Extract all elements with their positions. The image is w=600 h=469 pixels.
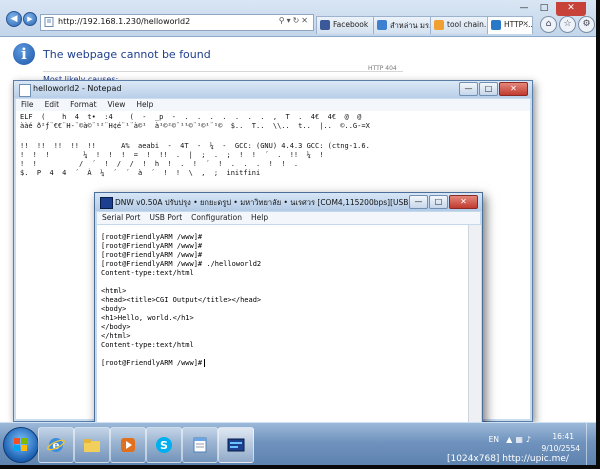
maximize-button[interactable]: □ xyxy=(429,195,448,209)
terminal-line: <h1>Hello, world.</h1> xyxy=(101,314,194,322)
address-bar[interactable]: http://192.168.1.230/helloworld2 ⚲▾↻✕ xyxy=(40,14,314,31)
terminal-output[interactable]: [root@FriendlyARM /www]# [root@FriendlyA… xyxy=(97,225,468,430)
close-button[interactable]: ✕ xyxy=(499,82,528,96)
terminal-line: [root@FriendlyARM /www]# xyxy=(101,251,203,259)
tab-icon xyxy=(434,20,444,30)
forward-button[interactable]: ▶ xyxy=(23,12,37,26)
notepad-title: helloworld2 - Notepad xyxy=(33,84,122,93)
text-line: !! !! !! !! !! A% aeabi - 4T - ¼ - GCC: … xyxy=(20,142,370,150)
terminal-line: <body> xyxy=(101,305,127,313)
tab-label: Facebook xyxy=(333,20,369,29)
menu-serial-port[interactable]: Serial Port xyxy=(102,213,140,222)
folder-icon xyxy=(84,439,100,452)
favorites-star-icon[interactable]: ☆ xyxy=(559,16,576,33)
tab-toolchain[interactable]: tool chain... xyxy=(430,16,488,34)
close-button[interactable]: ✕ xyxy=(556,2,586,16)
terminal-line: </html> xyxy=(101,332,131,340)
taskbar-explorer[interactable] xyxy=(74,427,110,463)
terminal-line: [root@FriendlyARM /www]# ./helloworld2 xyxy=(101,260,262,268)
tab-icon xyxy=(377,20,387,30)
menu-view[interactable]: View xyxy=(108,100,126,109)
terminal-line: <html> xyxy=(101,287,127,295)
windows-flag-icon xyxy=(14,438,27,451)
terminal-line: Content-type:text/html xyxy=(101,341,194,349)
dnw-menubar: Serial Port USB Port Configuration Help xyxy=(97,212,480,224)
dnw-icon xyxy=(227,438,245,452)
tray-icons[interactable]: ▲▦♪ xyxy=(506,435,534,444)
text-line: ààé ð²ƒ¨€€¨H-¨©à©¨¹²¨H¢é¨¹¨à©¹ à¹©²©¨¹¹©… xyxy=(20,122,370,130)
svg-text:S: S xyxy=(160,439,168,452)
dnw-titlebar[interactable]: DNW v0.50A ปรับปรุง • ยกยะดรูป • มหาวิทย… xyxy=(95,193,482,211)
window-controls: — □ ✕ xyxy=(458,82,528,96)
terminal-line: <head><title>CGI Output</title></head> xyxy=(101,296,262,304)
terminal-prompt: [root@FriendlyARM /www]# xyxy=(101,359,203,367)
taskbar-dnw[interactable] xyxy=(218,427,254,463)
notepad-icon xyxy=(193,437,207,453)
facebook-icon xyxy=(320,20,330,30)
dnw-window: DNW v0.50A ปรับปรุง • ยกยะดรูป • มหาวิทย… xyxy=(94,192,483,435)
clock-time[interactable]: 16:41 xyxy=(552,432,574,441)
terminal-line: </body> xyxy=(101,323,131,331)
media-player-icon xyxy=(121,438,135,452)
gear-icon[interactable]: ⚙ xyxy=(578,16,595,33)
text-line: ! ! / ´ ! / / ! h ! . ! ´ ! . . . ! ! . xyxy=(20,160,299,168)
dnw-title: DNW v0.50A ปรับปรุง • ยกยะดรูป • มหาวิทย… xyxy=(115,198,419,207)
maximize-button[interactable]: □ xyxy=(534,2,554,16)
terminal-line: Content-type:text/html xyxy=(101,269,194,277)
tab-label: tool chain... xyxy=(447,20,488,29)
terminal-prompt-line: [root@FriendlyARM /www]# xyxy=(101,359,206,367)
ie-tab-icon xyxy=(491,20,501,30)
terminal-line: [root@FriendlyARM /www]# xyxy=(101,242,203,250)
tab-facebook[interactable]: Facebook xyxy=(316,16,374,34)
notepad-menubar: File Edit Format View Help xyxy=(16,99,530,111)
page-icon xyxy=(44,17,54,27)
show-desktop-button[interactable] xyxy=(586,423,596,465)
menu-configuration[interactable]: Configuration xyxy=(191,213,242,222)
taskbar-media-player[interactable] xyxy=(110,427,146,463)
minimize-button[interactable]: — xyxy=(514,2,534,16)
close-tab-icon[interactable]: × xyxy=(522,19,529,28)
minimize-button[interactable]: — xyxy=(409,195,428,209)
notepad-icon xyxy=(19,84,31,97)
taskbar-skype[interactable]: S xyxy=(146,427,182,463)
home-icon[interactable]: ⌂ xyxy=(540,16,557,33)
address-tools-icon[interactable]: ⚲▾↻✕ xyxy=(279,16,310,25)
tab-http[interactable]: HTTP ... × xyxy=(487,16,533,34)
address-text: http://192.168.1.230/helloworld2 xyxy=(58,17,191,26)
taskbar-ie[interactable]: e xyxy=(38,427,74,463)
menu-format[interactable]: Format xyxy=(70,100,96,109)
text-line: ! ! ! ¼ ! ! ! = ! !! . | ; . ; ! ! ´ . !… xyxy=(20,151,324,159)
menu-help[interactable]: Help xyxy=(251,213,268,222)
terminal-line: [root@FriendlyARM /www]# xyxy=(101,233,203,241)
tab-label: สำหล่าน มร... xyxy=(390,21,430,30)
desktop-screen: ◀ ▶ http://192.168.1.230/helloworld2 ⚲▾↻… xyxy=(0,0,596,465)
info-icon: i xyxy=(13,43,35,65)
start-button[interactable] xyxy=(3,427,39,463)
language-indicator[interactable]: EN xyxy=(489,435,499,444)
text-line: $. P 4 4 ´ À ¼ ´ ´ à ´ ! ! \ , ; initfin… xyxy=(20,169,261,177)
menu-edit[interactable]: Edit xyxy=(45,100,60,109)
clock-date[interactable]: 9/10/2554 xyxy=(542,444,580,453)
maximize-button[interactable]: □ xyxy=(479,82,498,96)
text-line: ELF ( h 4 t• :4 ( - _p - . . . . . . . … xyxy=(20,113,362,121)
menu-file[interactable]: File xyxy=(21,100,34,109)
minimize-button[interactable]: — xyxy=(459,82,478,96)
menu-help[interactable]: Help xyxy=(136,100,153,109)
taskbar-notepad[interactable] xyxy=(182,427,218,463)
error-title: The webpage cannot be found xyxy=(43,48,211,61)
notepad-titlebar[interactable]: helloworld2 - Notepad — □ ✕ xyxy=(14,81,532,98)
skype-icon: S xyxy=(156,437,172,453)
close-button[interactable]: ✕ xyxy=(449,195,478,209)
internet-explorer-icon: e xyxy=(47,438,65,452)
text-cursor xyxy=(204,359,206,367)
ie-toolbar: ◀ ▶ http://192.168.1.230/helloworld2 ⚲▾↻… xyxy=(0,0,596,37)
window-controls: — □ ✕ xyxy=(408,195,478,209)
back-button[interactable]: ◀ xyxy=(6,11,22,27)
dnw-app-icon xyxy=(100,197,113,209)
tab-thai[interactable]: สำหล่าน มร... xyxy=(373,16,431,34)
vertical-scrollbar[interactable] xyxy=(468,225,481,430)
divider xyxy=(43,71,403,72)
menu-usb-port[interactable]: USB Port xyxy=(149,213,182,222)
watermark: [1024x768] http://upic.me/ xyxy=(447,454,569,464)
